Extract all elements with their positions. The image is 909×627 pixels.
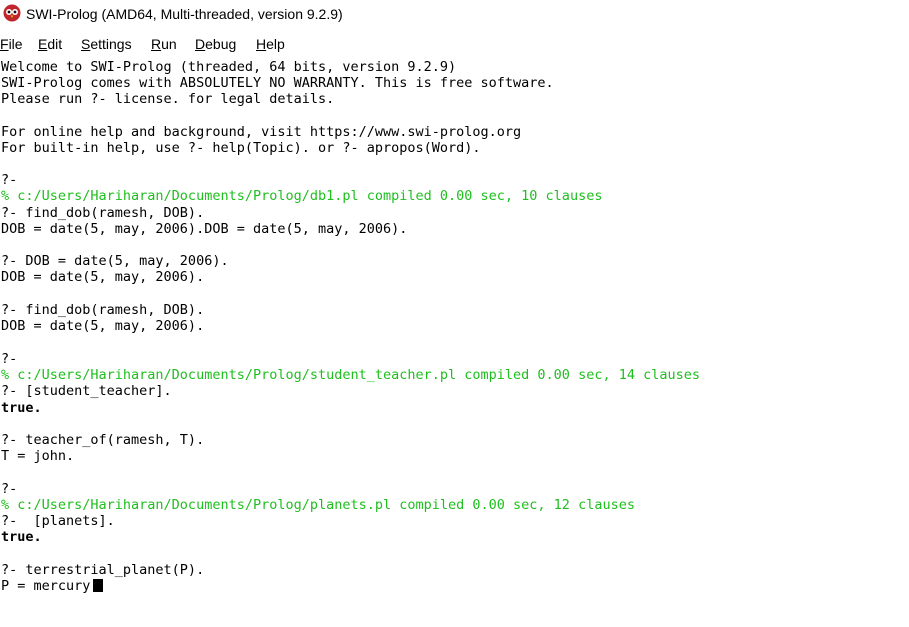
menu-edit-label: dit <box>47 36 63 52</box>
consult-message: % c:/Users/Hariharan/Documents/Prolog/db… <box>1 188 603 204</box>
menu-help-accelerator: H <box>256 36 267 52</box>
menu-run-label: un <box>161 36 177 52</box>
console-query: ?- find_dob(ramesh, DOB). <box>1 205 205 221</box>
console-answer: P = mercury <box>1 578 91 594</box>
consult-message: % c:/Users/Hariharan/Documents/Prolog/pl… <box>1 497 635 513</box>
title-bar: SWI-Prolog (AMD64, Multi-threaded, versi… <box>0 0 909 30</box>
console-answer: DOB = date(5, may, 2006). <box>1 269 205 285</box>
text-cursor <box>93 579 104 592</box>
menu-settings-accelerator: S <box>81 36 91 52</box>
console-query: ?- [planets]. <box>1 513 115 529</box>
menu-settings-label: ettings <box>90 36 132 52</box>
console-line: SWI-Prolog comes with ABSOLUTELY NO WARR… <box>1 75 554 91</box>
console-query: ?- find_dob(ramesh, DOB). <box>1 302 205 318</box>
console-prompt: ?- <box>1 481 18 497</box>
window-title: SWI-Prolog (AMD64, Multi-threaded, versi… <box>26 6 343 22</box>
console-line: For built-in help, use ?- help(Topic). o… <box>1 140 481 156</box>
menu-edit-accelerator: E <box>38 36 48 52</box>
menu-run-accelerator: R <box>151 36 162 52</box>
menu-debug-accelerator: D <box>195 36 206 52</box>
menu-settings[interactable]: Settings <box>81 36 132 52</box>
console-query: ?- [student_teacher]. <box>1 383 172 399</box>
console-answer: T = john. <box>1 448 75 464</box>
console-prompt: ?- <box>1 351 18 367</box>
console-line: Welcome to SWI-Prolog (threaded, 64 bits… <box>1 59 457 75</box>
console-answer: true. <box>1 529 42 545</box>
menu-help-label: elp <box>266 36 285 52</box>
console-input-line[interactable]: P = mercury <box>1 578 104 594</box>
consult-message: % c:/Users/Hariharan/Documents/Prolog/st… <box>1 367 700 383</box>
menu-run[interactable]: Run <box>151 36 177 52</box>
console-query: ?- terrestrial_planet(P). <box>1 562 205 578</box>
menu-bar: File Edit Settings Run Debug Help <box>0 36 909 56</box>
menu-debug[interactable]: Debug <box>195 36 236 52</box>
console-answer: DOB = date(5, may, 2006). <box>1 318 205 334</box>
console-query: ?- teacher_of(ramesh, T). <box>1 432 205 448</box>
console-answer: DOB = date(5, may, 2006).DOB = date(5, m… <box>1 221 408 237</box>
menu-file[interactable]: File <box>0 36 23 52</box>
console-answer: true. <box>1 400 42 416</box>
console-line: Please run ?- license. for legal details… <box>1 91 335 107</box>
menu-file-accelerator: F <box>0 36 9 52</box>
swi-prolog-owl-icon <box>3 4 21 22</box>
console-output[interactable]: Welcome to SWI-Prolog (threaded, 64 bits… <box>0 59 909 627</box>
menu-file-label: ile <box>8 36 23 52</box>
menu-help[interactable]: Help <box>256 36 285 52</box>
console-prompt: ?- <box>1 172 18 188</box>
menu-edit[interactable]: Edit <box>38 36 62 52</box>
menu-debug-label: ebug <box>205 36 237 52</box>
console-query: ?- DOB = date(5, may, 2006). <box>1 253 229 269</box>
console-line: For online help and background, visit ht… <box>1 124 522 140</box>
